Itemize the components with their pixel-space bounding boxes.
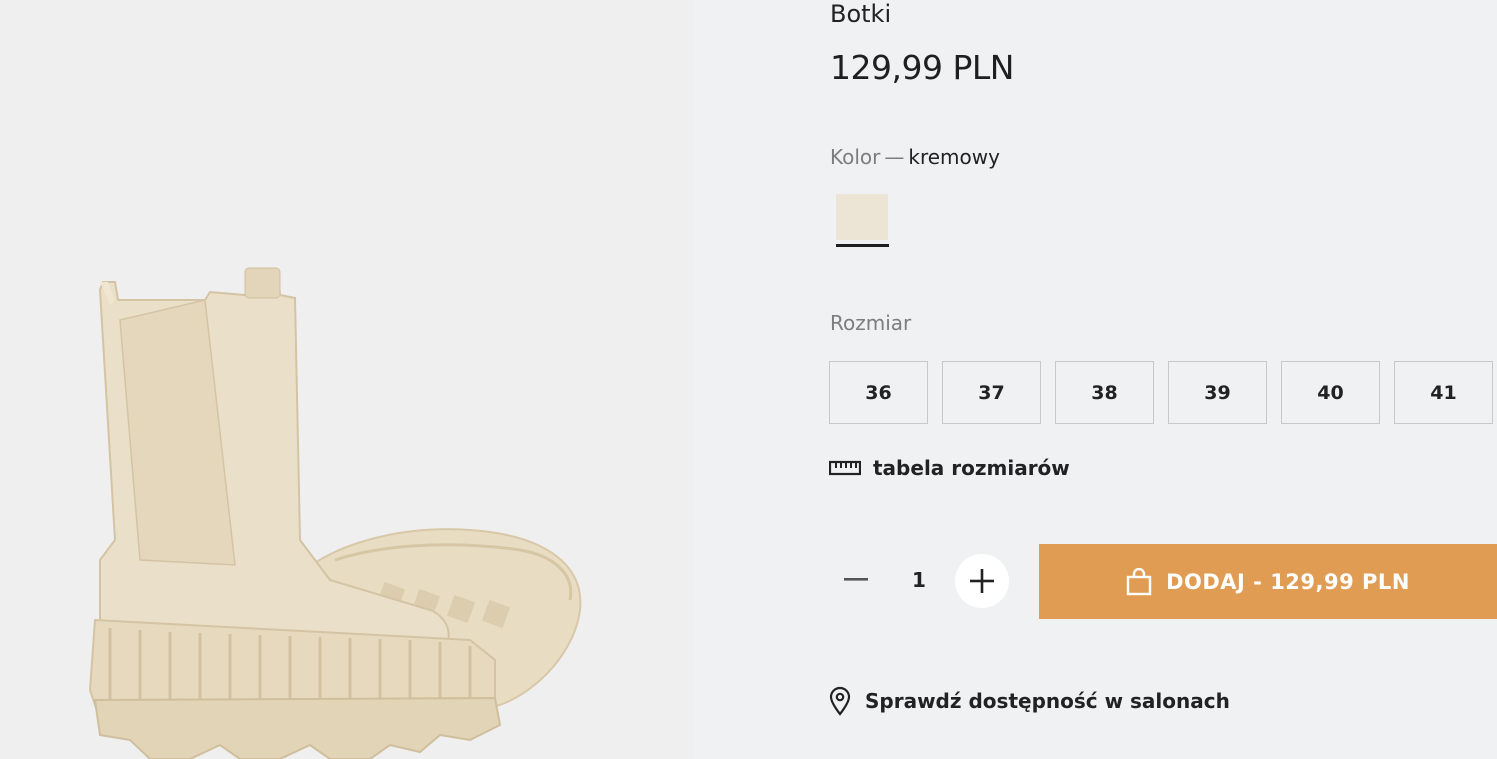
size-label: Rozmiar	[830, 311, 912, 335]
color-separator: —	[884, 145, 905, 169]
size-option-40[interactable]: 40	[1281, 361, 1380, 424]
size-option-37[interactable]: 37	[942, 361, 1041, 424]
size-option-36[interactable]: 36	[829, 361, 928, 424]
size-table-label: tabela rozmiarów	[873, 456, 1070, 480]
add-to-cart-button[interactable]: DODAJ - 129,99 PLN	[1039, 544, 1497, 619]
color-swatch-kremowy[interactable]	[836, 194, 888, 240]
product-title: Botki	[830, 0, 892, 28]
swatch-selected-indicator	[836, 244, 889, 247]
shopping-bag-icon	[1126, 567, 1152, 595]
color-label-text: Kolor	[830, 145, 881, 169]
size-option-41[interactable]: 41	[1394, 361, 1493, 424]
color-value: kremowy	[908, 145, 1000, 169]
store-availability-label: Sprawdź dostępność w salonach	[865, 689, 1230, 713]
quantity-decrease-button[interactable]	[838, 562, 874, 598]
location-pin-icon	[829, 686, 851, 716]
ruler-icon	[829, 460, 861, 476]
size-option-39[interactable]: 39	[1168, 361, 1267, 424]
size-option-38[interactable]: 38	[1055, 361, 1154, 424]
product-price: 129,99 PLN	[830, 48, 1014, 87]
quantity-value: 1	[912, 568, 926, 592]
store-availability-link[interactable]: Sprawdź dostępność w salonach	[829, 686, 1230, 716]
quantity-increase-button[interactable]	[955, 554, 1009, 608]
add-to-cart-label: DODAJ - 129,99 PLN	[1166, 569, 1410, 594]
size-table-link[interactable]: tabela rozmiarów	[829, 456, 1070, 480]
minus-icon	[844, 578, 868, 581]
plus-icon	[970, 569, 994, 593]
color-label: Kolor — kremowy	[830, 145, 1000, 169]
